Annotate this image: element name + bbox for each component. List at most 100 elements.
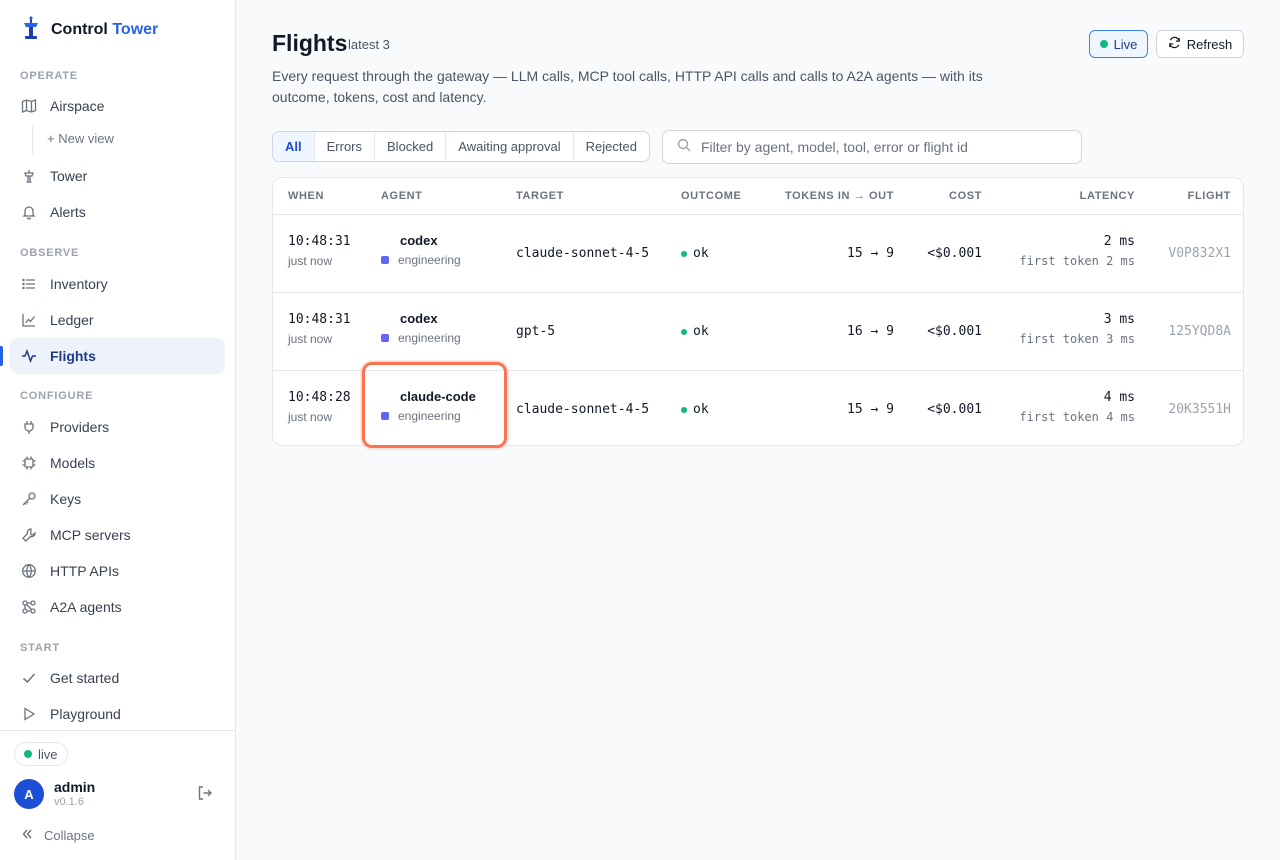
live-dot-icon [1099, 40, 1108, 48]
column-cost[interactable]: COST [949, 190, 982, 202]
outcome-status: ok [681, 402, 709, 417]
new-view-link[interactable]: + New view [47, 131, 114, 146]
sidebar-item-flights[interactable]: Flights [10, 338, 225, 374]
column-when[interactable]: WHEN [288, 190, 324, 202]
first-token-latency: first token 3 ms [1019, 332, 1135, 346]
sidebar-item-ledger[interactable]: Ledger [10, 302, 225, 338]
column-latency[interactable]: LATENCY [1080, 190, 1135, 202]
sidebar-item-alerts[interactable]: Alerts [10, 194, 225, 230]
sidebar-item-mcp-servers[interactable]: MCP servers [10, 517, 225, 553]
sidebar-item-providers[interactable]: Providers [10, 409, 225, 445]
collapse-button[interactable]: Collapse [20, 827, 95, 844]
filter-errors[interactable]: Errors [315, 132, 376, 161]
agent-name: codex [400, 233, 438, 248]
refresh-icon [1168, 36, 1181, 52]
outcome-status: ok [681, 324, 709, 339]
table-row[interactable]: 10:48:31 just now codex engineering gpt-… [273, 293, 1243, 371]
sidebar-item-get-started[interactable]: Get started [10, 660, 225, 696]
play-icon [21, 706, 37, 722]
sidebar-item-http-apis[interactable]: HTTP APIs [10, 553, 225, 589]
target-model: gpt-5 [516, 324, 556, 339]
sidebar-item-label: Inventory [50, 276, 108, 292]
agent-team: engineering [381, 331, 461, 345]
status-text: live [38, 746, 58, 762]
live-label: Live [1113, 36, 1138, 52]
latency-value: 2 ms [1103, 234, 1135, 249]
search-input[interactable] [701, 139, 1071, 155]
line-chart-icon [21, 312, 37, 328]
flight-relative-time: just now [288, 332, 333, 346]
filter-blocked[interactable]: Blocked [375, 132, 447, 161]
token-counts: 15 → 9 [847, 246, 894, 261]
globe-icon [21, 563, 37, 579]
table-header: WHEN AGENT TARGET OUTCOME TOKENS IN → OU… [273, 178, 1243, 215]
column-tokens[interactable]: TOKENS IN → OUT [785, 190, 894, 202]
live-toggle-button[interactable]: Live [1089, 30, 1148, 58]
cost-value: <$0.001 [927, 402, 982, 417]
ok-dot-icon [681, 250, 687, 257]
double-chevron-left-icon [20, 827, 34, 844]
column-target[interactable]: TARGET [516, 190, 564, 202]
bell-icon [21, 204, 37, 220]
page-title: Flights [272, 30, 348, 56]
brand[interactable]: Control Tower [20, 15, 158, 45]
sidebar-item-label: A2A agents [50, 599, 122, 615]
ok-dot-icon [681, 406, 687, 413]
sidebar-item-label: Get started [50, 670, 120, 686]
sidebar-item-label: HTTP APIs [50, 563, 119, 579]
filter-awaiting-approval[interactable]: Awaiting approval [446, 132, 574, 161]
sidebar-item-label: Ledger [50, 312, 94, 328]
agent-team: engineering [381, 409, 461, 423]
flight-relative-time: just now [288, 254, 333, 268]
table-row[interactable]: 10:48:31 just now codex engineering clau… [273, 215, 1243, 293]
flight-id[interactable]: 125YQD8A [1168, 324, 1231, 339]
search-icon [677, 138, 691, 157]
agent-name: claude-code [400, 389, 476, 404]
target-model: claude-sonnet-4-5 [516, 246, 650, 261]
tower-icon [21, 168, 37, 184]
collapse-label: Collapse [44, 828, 95, 843]
sidebar-item-airspace[interactable]: Airspace [10, 88, 225, 124]
logout-button[interactable] [196, 784, 216, 804]
first-token-latency: first token 4 ms [1019, 410, 1135, 424]
column-outcome[interactable]: OUTCOME [681, 190, 741, 202]
column-flight[interactable]: FLIGHT [1188, 190, 1231, 202]
sidebar-item-inventory[interactable]: Inventory [10, 266, 225, 302]
sidebar-item-label: Tower [50, 168, 88, 184]
token-counts: 15 → 9 [847, 402, 894, 417]
sidebar-item-playground[interactable]: Playground [10, 696, 225, 732]
sidebar-item-label: MCP servers [50, 527, 131, 543]
latency-value: 3 ms [1103, 312, 1135, 327]
sidebar-item-tower[interactable]: Tower [10, 158, 225, 194]
cost-value: <$0.001 [927, 324, 982, 339]
ok-dot-icon [681, 328, 687, 335]
user-name: admin [54, 779, 96, 795]
refresh-button[interactable]: Refresh [1156, 30, 1244, 58]
flight-id[interactable]: 20K3551H [1168, 402, 1231, 417]
wrench-icon [21, 527, 37, 543]
section-operate: OPERATE [20, 70, 78, 82]
sidebar-item-keys[interactable]: Keys [10, 481, 225, 517]
chip-icon [21, 455, 37, 471]
list-icon [21, 276, 37, 292]
section-configure: CONFIGURE [20, 390, 94, 402]
app-version: v0.1.6 [54, 796, 84, 808]
activity-icon [21, 348, 37, 364]
table-row[interactable]: 10:48:28 just now claude-code engineerin… [273, 371, 1243, 445]
avatar[interactable]: A [14, 779, 44, 809]
sidebar-item-label: Flights [50, 348, 96, 364]
flight-time: 10:48:31 [288, 234, 351, 249]
column-agent[interactable]: AGENT [381, 190, 423, 202]
flight-time: 10:48:31 [288, 312, 351, 327]
sidebar-item-models[interactable]: Models [10, 445, 225, 481]
team-color-icon [381, 412, 389, 420]
team-color-icon [381, 256, 389, 264]
sidebar-footer: live A admin v0.1.6 Collapse [0, 730, 236, 860]
sidebar-item-a2a-agents[interactable]: A2A agents [10, 589, 225, 625]
filter-all[interactable]: All [273, 132, 315, 161]
filter-rejected[interactable]: Rejected [574, 132, 649, 161]
tower-logo-icon [20, 15, 42, 45]
search-box [662, 130, 1082, 164]
flight-id[interactable]: V0P832X1 [1168, 246, 1231, 261]
latency-value: 4 ms [1103, 390, 1135, 405]
